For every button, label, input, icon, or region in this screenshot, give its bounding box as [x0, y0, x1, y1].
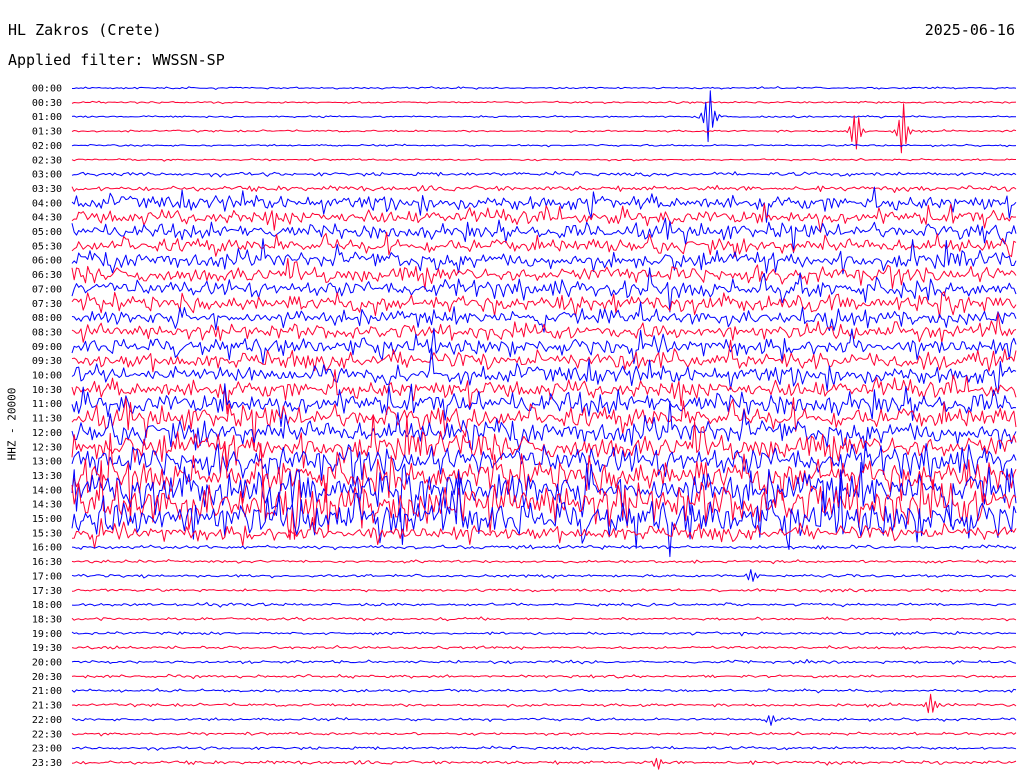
trace-2200 [71, 715, 1017, 726]
time-label: 01:30 [32, 127, 62, 138]
trace-1700 [71, 569, 1017, 582]
time-label: 21:00 [32, 686, 62, 697]
time-label: 00:30 [32, 98, 62, 109]
time-label: 05:00 [32, 227, 62, 238]
trace-0030 [71, 100, 1017, 105]
trace-0230 [71, 158, 1016, 162]
time-label: 13:00 [32, 457, 62, 468]
time-label: 09:30 [32, 356, 62, 367]
time-label: 10:00 [32, 371, 62, 382]
trace-1600 [71, 544, 1017, 551]
time-label: 03:00 [32, 170, 62, 181]
trace-0200 [71, 143, 1017, 148]
trace-1100 [71, 383, 1017, 428]
time-label: 23:30 [32, 758, 62, 769]
trace-2330 [71, 757, 1017, 770]
trace-0930 [71, 339, 1017, 373]
time-label: 04:30 [32, 213, 62, 224]
time-label: 06:00 [32, 256, 62, 267]
trace-0300 [71, 171, 1017, 178]
trace-1930 [71, 645, 1017, 650]
time-label: 08:30 [32, 327, 62, 338]
time-label: 17:00 [32, 571, 62, 582]
time-label: 12:30 [32, 442, 62, 453]
time-label: 16:30 [32, 557, 62, 568]
time-label: 19:30 [32, 643, 62, 654]
time-label: 08:00 [32, 313, 62, 324]
trace-2300 [71, 745, 1017, 751]
trace-1900 [71, 631, 1017, 637]
time-label: 05:30 [32, 241, 62, 252]
trace-2230 [71, 731, 1017, 737]
trace-1500 [71, 470, 1017, 558]
trace-0430 [71, 203, 1017, 233]
time-label: 02:30 [32, 155, 62, 166]
trace-2100 [71, 688, 1017, 694]
time-label: 22:00 [32, 715, 62, 726]
trace-1630 [71, 559, 1017, 565]
trace-0600 [71, 238, 1017, 275]
time-label: 15:30 [32, 528, 62, 539]
time-label: 16:00 [32, 543, 62, 554]
time-label: 01:00 [32, 112, 62, 123]
time-label: 17:30 [32, 586, 62, 597]
trace-1730 [71, 588, 1017, 593]
time-label: 18:00 [32, 600, 62, 611]
time-label: 11:30 [32, 414, 62, 425]
trace-1800 [71, 602, 1017, 608]
trace-1830 [71, 616, 1017, 622]
time-label: 09:00 [32, 342, 62, 353]
seismogram-plot: 00:00 00:30 01:00 01:30 02:00 02:30 03:00 03:30… [32, 84, 1017, 770]
time-label: 00:00 [32, 84, 62, 95]
time-label: 10:30 [32, 385, 62, 396]
time-label: 07:00 [32, 284, 62, 295]
time-label: 19:00 [32, 629, 62, 640]
time-label: 06:30 [32, 270, 62, 281]
time-label: 13:30 [32, 471, 62, 482]
time-label: 14:00 [32, 485, 62, 496]
trace-0100 [71, 90, 1016, 143]
trace-0000 [72, 86, 1017, 90]
trace-1130 [71, 397, 1017, 451]
time-label: 03:30 [32, 184, 62, 195]
time-label: 15:00 [32, 514, 62, 525]
time-label: 20:00 [32, 658, 62, 669]
time-labels: 00:00 00:30 01:00 01:30 02:00 02:30 03:00 03:30… [32, 84, 62, 769]
time-label: 21:30 [32, 701, 62, 712]
time-label: 20:30 [32, 672, 62, 683]
time-label: 23:00 [32, 744, 62, 755]
time-label: 07:30 [32, 299, 62, 310]
trace-0830 [71, 312, 1017, 343]
time-label: 11:00 [32, 399, 62, 410]
time-label: 04:00 [32, 198, 62, 209]
trace-2130 [71, 693, 1017, 714]
time-label: 14:30 [32, 500, 62, 511]
time-label: 12:00 [32, 428, 62, 439]
time-label: 22:30 [32, 729, 62, 740]
time-label: 02:00 [32, 141, 62, 152]
trace-1000 [71, 347, 1017, 395]
time-label: 18:30 [32, 614, 62, 625]
trace-0530 [71, 231, 1017, 258]
trace-2000 [71, 658, 1017, 665]
trace-0900 [71, 327, 1017, 365]
traces [71, 86, 1017, 770]
trace-2030 [71, 673, 1016, 680]
